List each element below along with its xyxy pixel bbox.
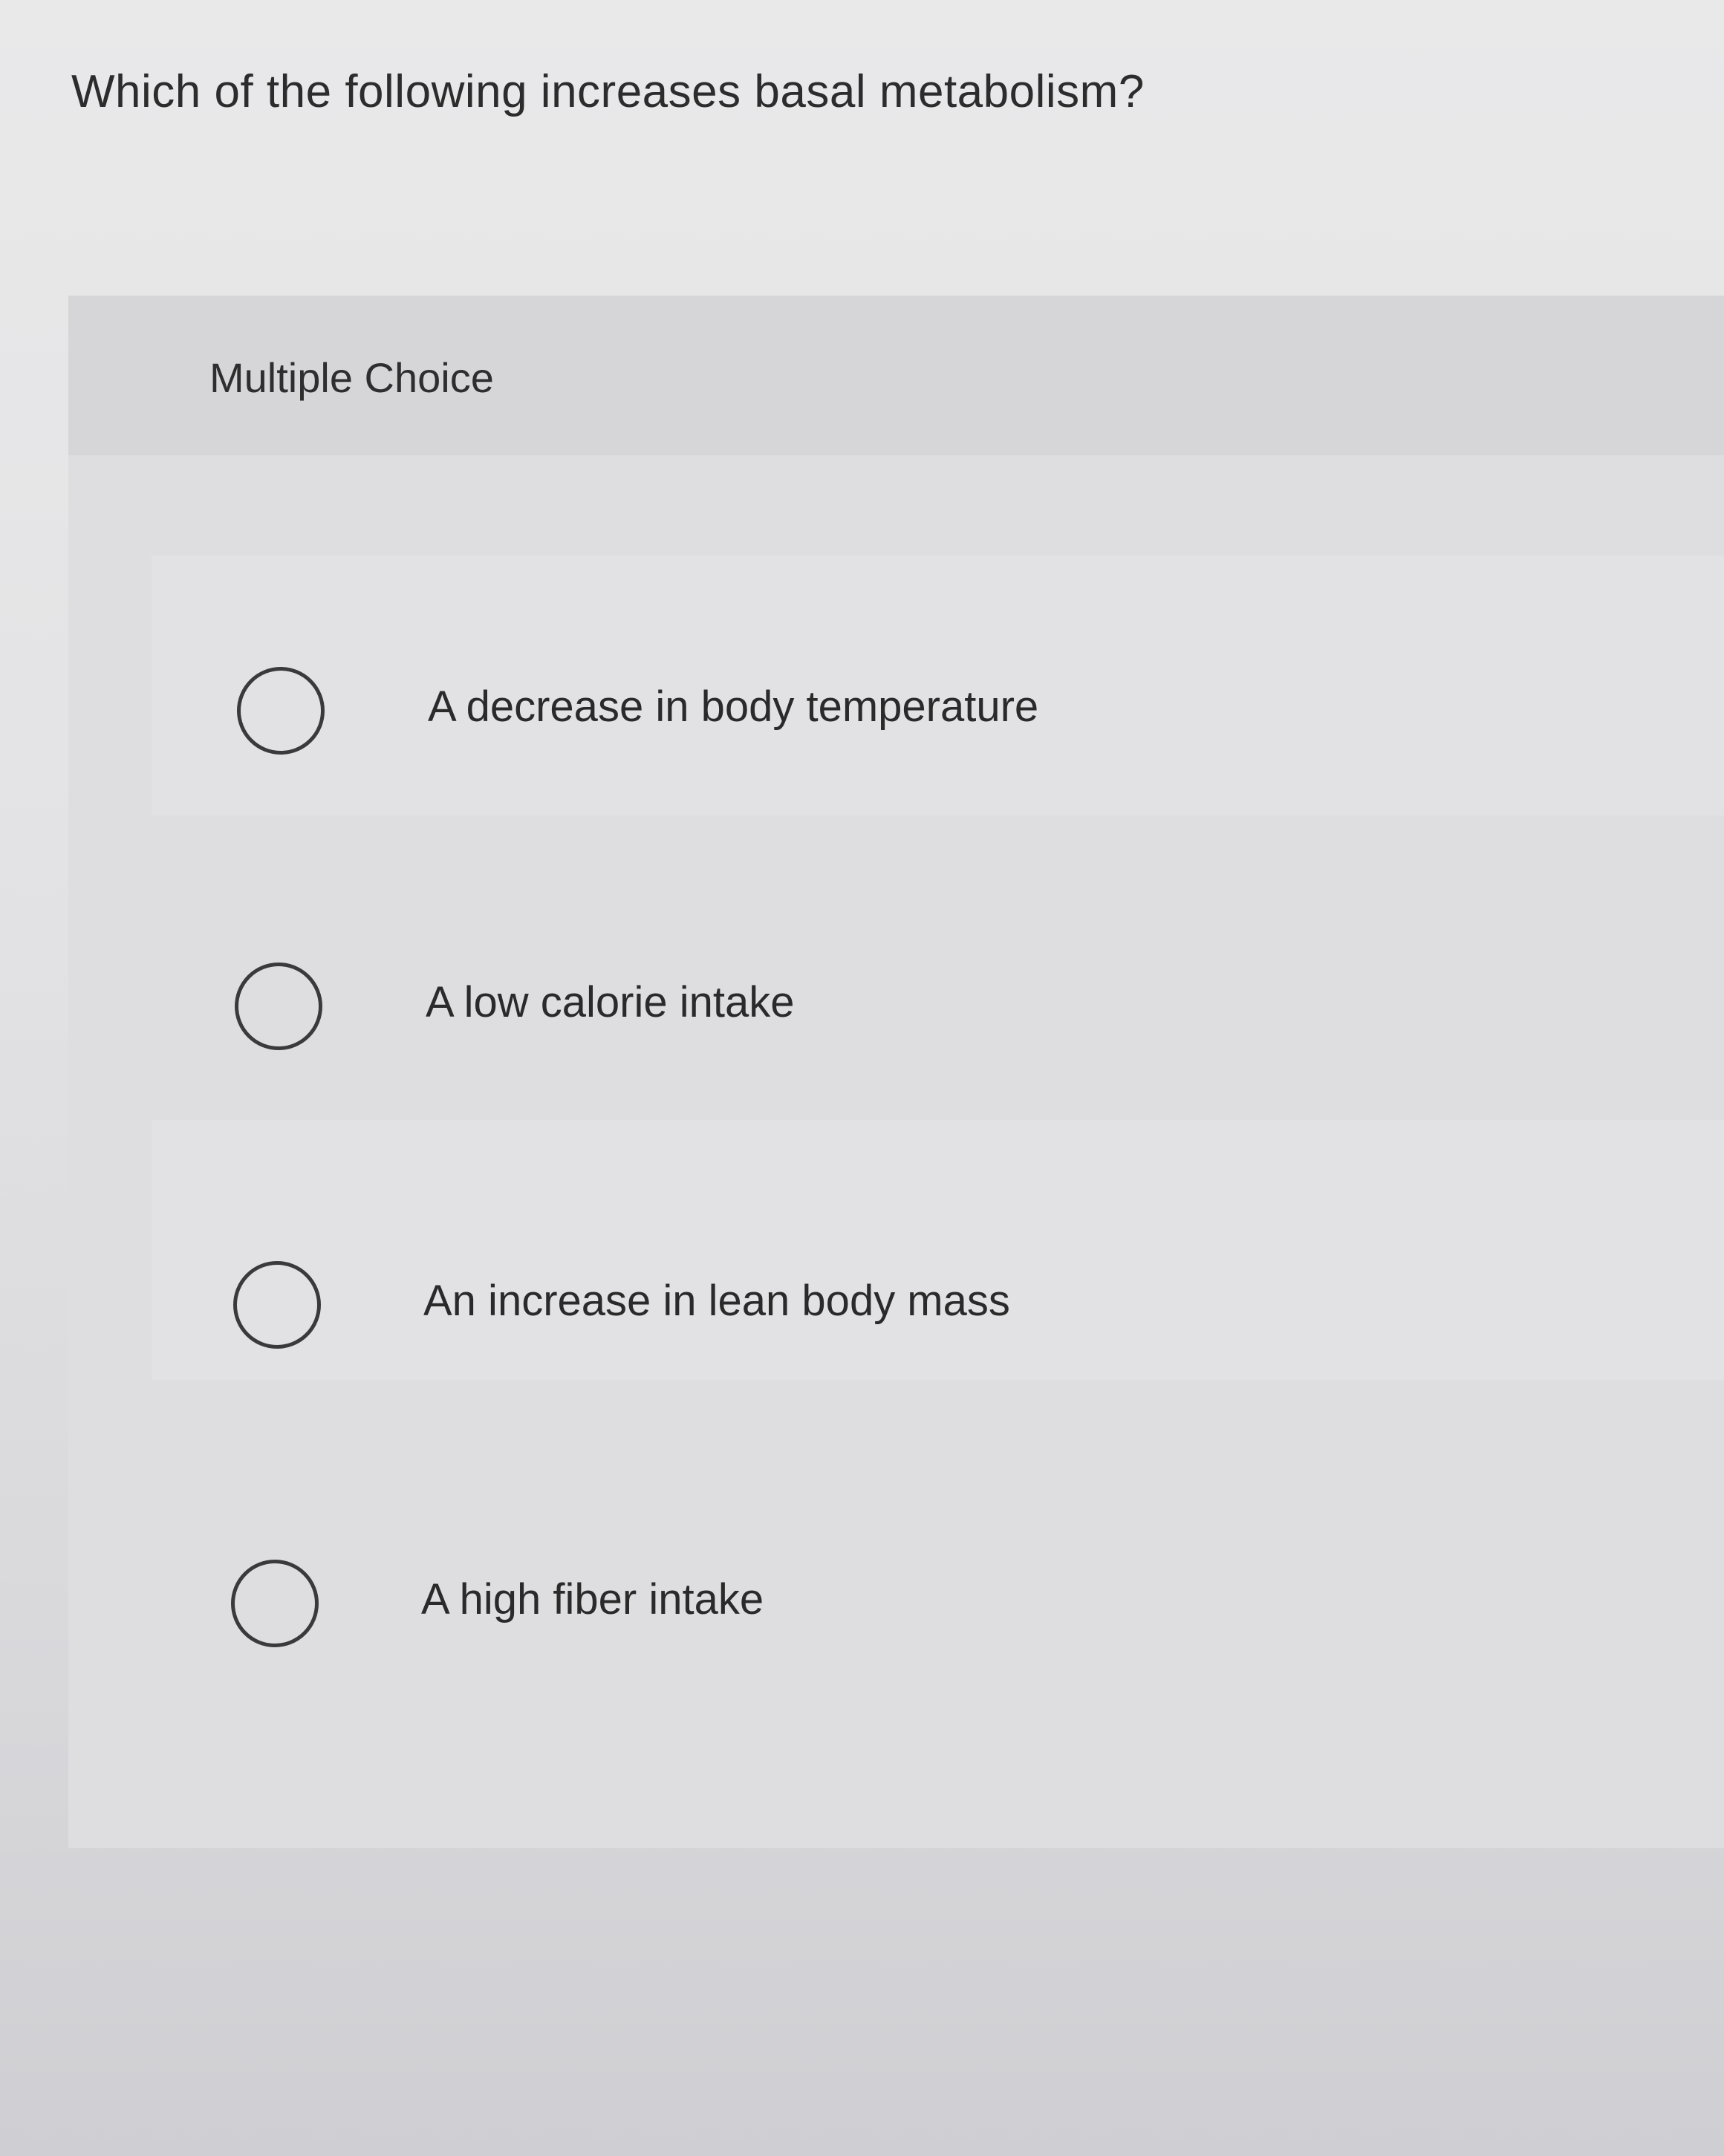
radio-button-icon[interactable] <box>237 667 325 755</box>
choice-label: A low calorie intake <box>426 978 795 1026</box>
radio-button-icon[interactable] <box>233 1261 321 1349</box>
question-text: Which of the following increases basal m… <box>71 66 1145 117</box>
choice-label: A decrease in body temperature <box>428 683 1039 731</box>
choice-label: A high fiber intake <box>421 1575 764 1623</box>
choice-option-4[interactable]: A high fiber intake <box>152 1402 1724 1662</box>
radio-button-icon[interactable] <box>235 963 322 1050</box>
choice-option-2[interactable]: A low calorie intake <box>152 838 1724 1098</box>
choice-list: A decrease in body temperature A low cal… <box>152 556 1724 1668</box>
choice-option-1[interactable]: A decrease in body temperature <box>152 556 1724 815</box>
answer-panel: Multiple Choice A decrease in body tempe… <box>68 296 1724 1848</box>
question-type-label: Multiple Choice <box>209 354 494 401</box>
panel-header: Multiple Choice <box>68 296 1724 455</box>
radio-button-icon[interactable] <box>231 1560 319 1647</box>
choice-option-3[interactable]: An increase in lean body mass <box>152 1120 1724 1380</box>
choice-label: An increase in lean body mass <box>423 1277 1010 1325</box>
